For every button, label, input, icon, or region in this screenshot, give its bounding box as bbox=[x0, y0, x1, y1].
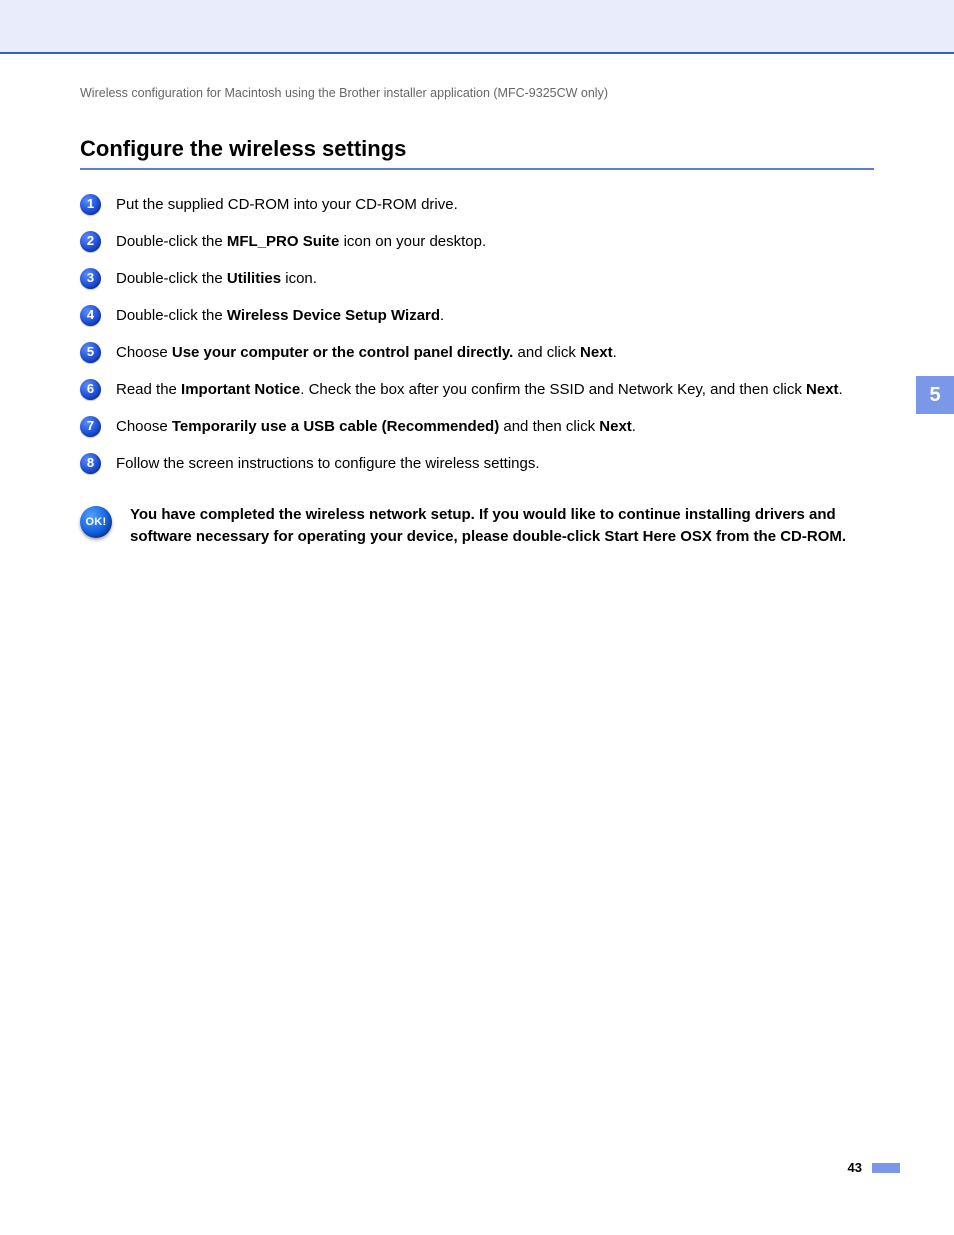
step-number-icon: 3 bbox=[80, 268, 101, 289]
ok-badge-icon: OK! bbox=[80, 506, 112, 538]
step-number-icon: 6 bbox=[80, 379, 101, 400]
step-text: Read the Important Notice. Check the box… bbox=[116, 381, 843, 398]
step-item: 3 Double-click the Utilities icon. bbox=[80, 268, 874, 289]
step-item: 2 Double-click the MFL_PRO Suite icon on … bbox=[80, 231, 874, 252]
step-text: Choose Use your computer or the control … bbox=[116, 344, 617, 361]
step-item: 7 Choose Temporarily use a USB cable (Rec… bbox=[80, 416, 874, 437]
chapter-tab: 5 bbox=[916, 376, 954, 414]
step-number-icon: 2 bbox=[80, 231, 101, 252]
breadcrumb: Wireless configuration for Macintosh usi… bbox=[80, 86, 874, 100]
step-number-icon: 5 bbox=[80, 342, 101, 363]
header-bar bbox=[0, 0, 954, 54]
page-number: 43 bbox=[848, 1160, 862, 1175]
section-title: Configure the wireless settings bbox=[80, 136, 874, 170]
step-number-icon: 8 bbox=[80, 453, 101, 474]
page-footer: 43 bbox=[848, 1160, 900, 1175]
step-item: 8 Follow the screen instructions to confi… bbox=[80, 453, 874, 474]
step-item: 1 Put the supplied CD-ROM into your CD-RO… bbox=[80, 194, 874, 215]
step-item: 5 Choose Use your computer or the control… bbox=[80, 342, 874, 363]
step-text: Double-click the Utilities icon. bbox=[116, 270, 317, 287]
completion-note: OK! You have completed the wireless netw… bbox=[80, 504, 874, 548]
step-text: Follow the screen instructions to config… bbox=[116, 455, 540, 472]
completion-text: You have completed the wireless network … bbox=[130, 504, 874, 548]
step-text: Double-click the MFL_PRO Suite icon on y… bbox=[116, 233, 486, 250]
step-text: Put the supplied CD-ROM into your CD-ROM… bbox=[116, 196, 458, 213]
step-number-icon: 7 bbox=[80, 416, 101, 437]
step-text: Choose Temporarily use a USB cable (Reco… bbox=[116, 418, 636, 435]
step-item: 6 Read the Important Notice. Check the bo… bbox=[80, 379, 874, 400]
step-item: 4 Double-click the Wireless Device Setup … bbox=[80, 305, 874, 326]
footer-accent-bar bbox=[872, 1163, 900, 1173]
step-number-icon: 1 bbox=[80, 194, 101, 215]
ok-badge-label: OK! bbox=[85, 516, 106, 528]
step-text: Double-click the Wireless Device Setup W… bbox=[116, 307, 444, 324]
step-number-icon: 4 bbox=[80, 305, 101, 326]
steps-list: 1 Put the supplied CD-ROM into your CD-RO… bbox=[80, 194, 874, 474]
